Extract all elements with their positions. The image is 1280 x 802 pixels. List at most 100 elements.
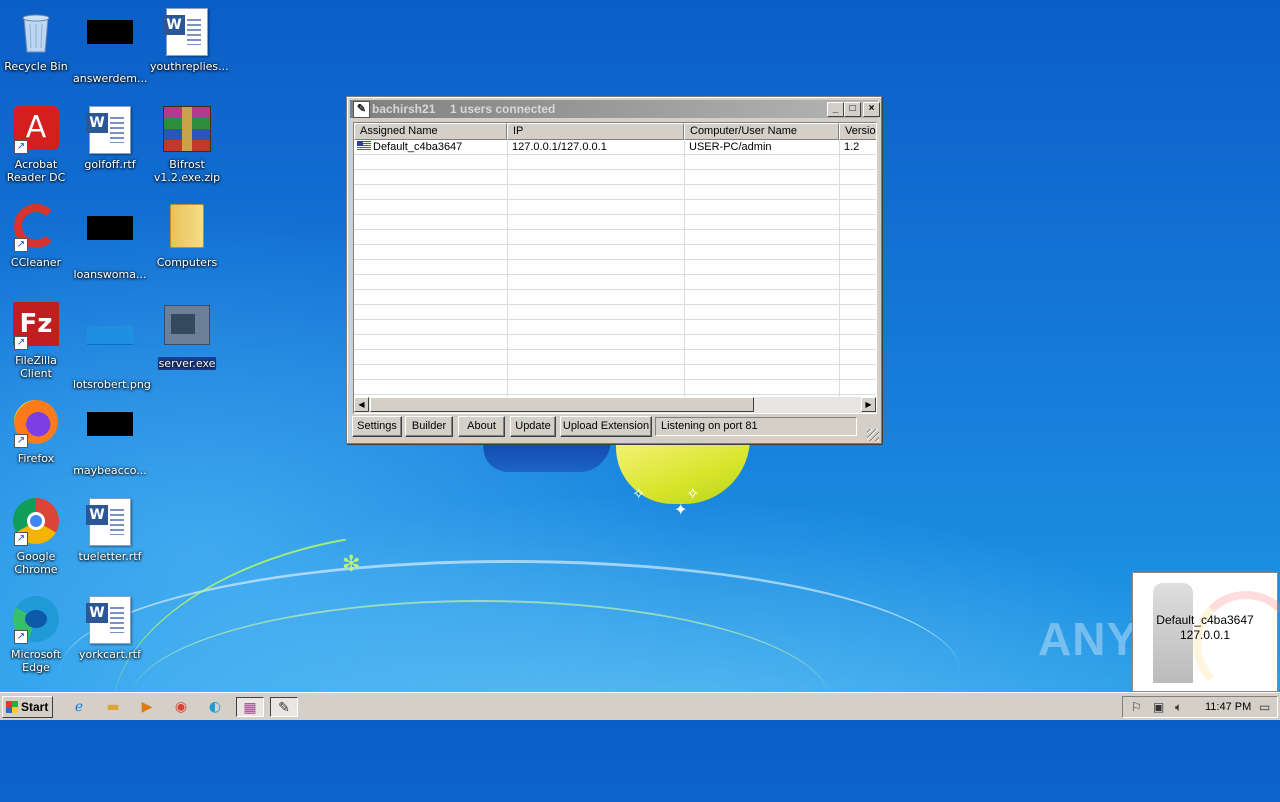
shortcut-arrow-icon: ↗: [14, 434, 28, 448]
desktop-icon-label: Google Chrome: [14, 550, 58, 576]
desktop-icon-golfoff[interactable]: W golfoff.rtf: [72, 106, 148, 171]
rainbow-icon: [1193, 591, 1280, 697]
word-document-icon: W: [163, 8, 211, 56]
start-button[interactable]: Start: [2, 696, 53, 718]
internet-explorer-icon[interactable]: ℯ: [68, 697, 90, 717]
action-center-flag-icon[interactable]: ⚐: [1131, 699, 1142, 715]
edge-taskbar-icon[interactable]: ◐: [204, 697, 226, 717]
bifrost-taskbar-icon[interactable]: ✎: [270, 697, 298, 717]
desktop-icon-chrome[interactable]: ↗ Google Chrome: [0, 498, 74, 576]
desktop-icon-label: loanswoma...: [73, 268, 147, 281]
scrollbar-thumb[interactable]: [370, 397, 754, 412]
list-header: Assigned Name IP Computer/User Name Vers…: [354, 123, 876, 140]
word-document-icon: W: [86, 498, 134, 546]
black-thumbnail-icon: [86, 20, 134, 68]
desktop-icon-ccleaner[interactable]: ↗ CCleaner: [0, 204, 74, 269]
network-icon[interactable]: ▣: [1153, 699, 1164, 715]
desktop-icon-firefox[interactable]: ↗ Firefox: [0, 400, 74, 465]
update-button[interactable]: Update: [510, 416, 556, 437]
window-titlebar[interactable]: ✎ bachirsh21 1 users connected _ □ ×: [350, 100, 880, 118]
executable-icon: [163, 305, 211, 353]
desktop-icon-edge[interactable]: ↗ Microsoft Edge: [0, 596, 74, 674]
filezilla-icon: Fz ↗: [12, 302, 60, 350]
desktop-icon-maybeacco[interactable]: maybeacco...: [72, 400, 148, 477]
desktop-icon-label: Computers: [156, 256, 218, 269]
cell-computer-user: USER-PC/admin: [689, 141, 772, 153]
desktop-icon-computers-folder[interactable]: Computers: [149, 204, 225, 269]
taskbar: Start ℯ ▬ ▶ ◉ ◐ ▦ ✎ ⚐ ▣ 🔈︎ 11:47 PM ▭: [0, 692, 1280, 720]
about-button[interactable]: About: [458, 416, 505, 437]
desktop-icon-server-exe[interactable]: server.exe: [149, 302, 225, 370]
clock[interactable]: 11:47 PM: [1205, 697, 1251, 717]
desktop-icon-recycle-bin[interactable]: Recycle Bin: [0, 8, 74, 73]
desktop-icon-label: youthreplies...: [150, 60, 229, 73]
close-button[interactable]: ×: [863, 102, 880, 117]
window-subtitle: 1 users connected: [450, 102, 556, 116]
shortcut-arrow-icon: ↗: [14, 238, 28, 252]
media-player-icon[interactable]: ▶: [136, 697, 158, 717]
system-tray: ⚐ ▣ 🔈︎ 11:47 PM ▭: [1122, 696, 1278, 718]
notification-name: Default_c4ba3647: [1156, 613, 1254, 627]
show-desktop-icon[interactable]: ▭: [1259, 699, 1270, 715]
upload-extension-button[interactable]: Upload Extension: [560, 416, 652, 437]
wallpaper-sparkle-icon: ✧: [632, 484, 646, 503]
scroll-left-icon[interactable]: ◀: [354, 397, 369, 412]
chrome-taskbar-icon[interactable]: ◉: [170, 697, 192, 717]
shortcut-arrow-icon: ↗: [14, 532, 28, 546]
resize-grip-icon[interactable]: [867, 429, 879, 441]
desktop-icon-yorkcart[interactable]: W yorkcart.rtf: [72, 596, 148, 661]
cell-assigned-name: Default_c4ba3647: [357, 140, 505, 155]
window-title: bachirsh21: [372, 102, 436, 116]
desktop-icon-tueletter[interactable]: W tueletter.rtf: [72, 498, 148, 563]
acrobat-icon: A ↗: [12, 106, 60, 154]
shortcut-arrow-icon: ↗: [14, 630, 28, 644]
connection-notification[interactable]: Default_c4ba3647 127.0.0.1: [1132, 572, 1280, 697]
desktop-icon-label: Acrobat Reader DC: [6, 158, 66, 184]
desktop-icon-acrobat[interactable]: A ↗ Acrobat Reader DC: [0, 106, 74, 184]
desktop-icon-label: tueletter.rtf: [78, 550, 142, 563]
black-thumbnail-icon: [86, 216, 134, 264]
builder-button[interactable]: Builder: [405, 416, 453, 437]
volume-icon[interactable]: 🔈︎: [1175, 699, 1182, 715]
desktop-icon-lotsrobert[interactable]: lotsrobert.png: [72, 302, 151, 391]
table-row[interactable]: Default_c4ba3647 127.0.0.1/127.0.0.1 USE…: [354, 140, 876, 155]
windows-logo-icon: [6, 701, 18, 713]
recycle-bin-icon: [12, 8, 60, 56]
desktop-icon-label: answerdem...: [73, 72, 148, 85]
shortcut-arrow-icon: ↗: [14, 336, 28, 350]
folder-icon: [163, 204, 211, 252]
settings-button[interactable]: Settings: [352, 416, 402, 437]
bifrost-server-window[interactable]: ✎ bachirsh21 1 users connected _ □ × Ass…: [346, 96, 882, 444]
winrar-taskbar-icon[interactable]: ▦: [236, 697, 264, 717]
wallpaper-sparkle-icon: ✻: [342, 552, 361, 577]
scroll-right-icon[interactable]: ▶: [861, 397, 876, 412]
edge-icon: ↗: [12, 596, 60, 644]
desktop-icon-answerdem[interactable]: answerdem...: [72, 8, 148, 85]
desktop-icon-filezilla[interactable]: Fz ↗ FileZilla Client: [0, 302, 74, 380]
app-icon: ✎: [353, 101, 370, 118]
word-document-icon: W: [86, 106, 134, 154]
notification-ip: 127.0.0.1: [1179, 628, 1231, 642]
desktop-icon-label: Recycle Bin: [4, 60, 68, 73]
desktop-icon-bifrost-zip[interactable]: Bifrost v1.2.exe.zip: [149, 106, 225, 184]
horizontal-scrollbar[interactable]: ◀ ▶: [354, 397, 876, 413]
black-thumbnail-icon: [86, 412, 134, 460]
desktop-icon-youthreplies[interactable]: W youthreplies...: [149, 8, 229, 73]
desktop-icon-loanswoma[interactable]: loanswoma...: [72, 204, 148, 281]
column-header-assigned-name[interactable]: Assigned Name: [354, 123, 507, 140]
minimize-button[interactable]: _: [827, 102, 844, 117]
start-label: Start: [21, 700, 49, 714]
column-header-version[interactable]: Versio: [839, 123, 876, 140]
image-thumbnail-icon: [86, 326, 134, 374]
desktop-icon-label: lotsrobert.png: [73, 378, 151, 391]
cell-ip: 127.0.0.1/127.0.0.1: [512, 141, 607, 153]
connections-list[interactable]: Assigned Name IP Computer/User Name Vers…: [353, 122, 877, 414]
client-name: Default_c4ba3647: [373, 141, 463, 153]
desktop-icon-label: golfoff.rtf: [84, 158, 136, 171]
explorer-folder-icon[interactable]: ▬: [102, 697, 124, 717]
winrar-archive-icon: [163, 106, 211, 154]
maximize-button[interactable]: □: [844, 102, 861, 117]
column-header-computer-user[interactable]: Computer/User Name: [684, 123, 839, 140]
shortcut-arrow-icon: ↗: [14, 140, 28, 154]
column-header-ip[interactable]: IP: [507, 123, 684, 140]
